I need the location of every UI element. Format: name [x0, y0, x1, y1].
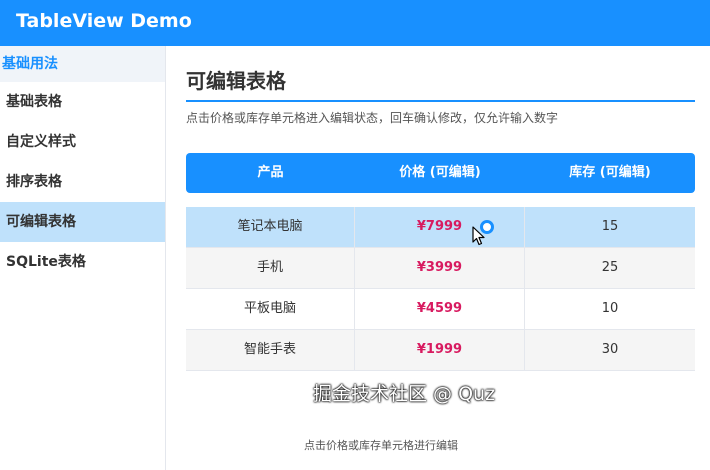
product-cell[interactable]: 平板电脑 — [186, 289, 355, 329]
column-header-price[interactable]: 价格 (可编辑) — [355, 153, 525, 193]
table-body: 笔记本电脑 ¥7999 15 手机 ¥3999 25 平板电脑 ¥4599 10… — [186, 207, 695, 371]
product-cell[interactable]: 笔记本电脑 — [186, 207, 355, 247]
sidebar-item-basic-table[interactable]: 基础表格 — [0, 82, 165, 122]
price-cell[interactable]: ¥1999 — [355, 330, 525, 370]
stock-cell[interactable]: 15 — [525, 207, 695, 247]
app-title: TableView Demo — [16, 10, 192, 32]
price-cell[interactable]: ¥4599 — [355, 289, 525, 329]
title-bar: TableView Demo — [0, 0, 710, 46]
stock-cell[interactable]: 30 — [525, 330, 695, 370]
watermark-text: 掘金技术社区 @ Quz — [313, 383, 496, 405]
table-row[interactable]: 手机 ¥3999 25 — [186, 248, 695, 289]
product-cell[interactable]: 手机 — [186, 248, 355, 288]
price-cell[interactable]: ¥7999 — [355, 207, 525, 247]
footer-status-text: 点击价格或库存单元格进行编辑 — [304, 439, 458, 452]
table-header: 产品 价格 (可编辑) 库存 (可编辑) — [186, 153, 695, 193]
main-content: 可编辑表格 点击价格或库存单元格进入编辑状态，回车确认修改，仅允许输入数字 产品… — [166, 46, 710, 470]
column-header-stock[interactable]: 库存 (可编辑) — [525, 153, 695, 193]
table-row[interactable]: 平板电脑 ¥4599 10 — [186, 289, 695, 330]
table-row[interactable]: 智能手表 ¥1999 30 — [186, 330, 695, 371]
title-divider — [186, 100, 695, 102]
stock-cell[interactable]: 10 — [525, 289, 695, 329]
price-cell[interactable]: ¥3999 — [355, 248, 525, 288]
sidebar: 基础用法 基础表格 自定义样式 排序表格 可编辑表格 SQLite表格 — [0, 46, 166, 470]
stock-cell[interactable]: 25 — [525, 248, 695, 288]
table-row[interactable]: 笔记本电脑 ¥7999 15 — [186, 207, 695, 248]
product-cell[interactable]: 智能手表 — [186, 330, 355, 370]
sidebar-item-sort-table[interactable]: 排序表格 — [0, 162, 165, 202]
sidebar-item-custom-style[interactable]: 自定义样式 — [0, 122, 165, 162]
arrow-cursor-icon — [472, 226, 485, 246]
sidebar-item-sqlite-table[interactable]: SQLite表格 — [0, 242, 165, 282]
sidebar-item-editable-table[interactable]: 可编辑表格 — [0, 202, 165, 242]
column-header-product[interactable]: 产品 — [186, 153, 355, 193]
sidebar-section-basic-usage: 基础用法 — [0, 46, 165, 82]
page-subtitle: 点击价格或库存单元格进入编辑状态，回车确认修改，仅允许输入数字 — [186, 111, 559, 125]
page-title: 可编辑表格 — [186, 69, 286, 93]
